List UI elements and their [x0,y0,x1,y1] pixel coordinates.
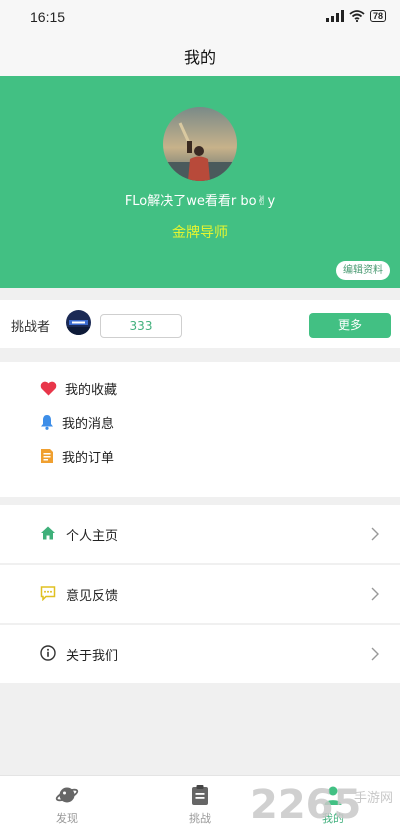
menu-item-label: 我的收藏 [65,382,118,398]
challenger-count: 333 [100,314,182,338]
menu-group: 我的收藏 我的消息 我的订单 [0,362,400,497]
tab-label: 发现 [56,812,78,825]
tab-challenge[interactable]: 挑战 [133,776,267,831]
chevron-right-icon [371,587,379,601]
menu-item-label: 我的订单 [62,450,115,466]
clipboard-icon [192,785,208,805]
menu-item-favorites[interactable]: 我的收藏 [40,378,117,398]
wifi-icon [349,10,365,22]
link-row-label: 个人主页 [66,529,119,544]
link-row-label: 意见反馈 [66,589,119,604]
signal-icon [325,10,344,22]
menu-item-messages[interactable]: 我的消息 [40,412,114,432]
order-icon [41,449,53,463]
avatar[interactable] [163,107,237,181]
status-bar: 16:15 78 [0,0,400,34]
watermark-logo: 2265 手游网 [250,782,393,828]
menu-item-label: 我的消息 [62,416,115,432]
chevron-right-icon [371,647,379,661]
heart-icon [40,381,57,395]
edit-profile-button[interactable]: 编辑资料 [336,261,390,280]
challenger-avatar[interactable] [66,310,91,335]
feedback-icon [40,586,56,601]
bell-icon [41,415,53,430]
link-row-feedback[interactable]: 意见反馈 [0,565,400,623]
status-time: 16:15 [30,9,66,25]
status-icons: 78 [325,10,386,22]
home-icon [41,526,55,540]
page-title: 我的 [183,48,216,67]
link-row-label: 关于我们 [66,649,119,664]
link-row-about[interactable]: 关于我们 [0,625,400,683]
profile-header: FLo解决了we看看r bo✌y 金牌导师 编辑资料 [0,76,400,288]
chevron-right-icon [371,527,379,541]
watermark-number: 2265 [250,782,361,828]
challenger-label: 挑战者 [11,320,51,335]
more-button[interactable]: 更多 [309,313,391,338]
username: FLo解决了we看看r bo✌y [124,194,276,209]
challenger-row: 挑战者 333 更多 [0,300,400,348]
link-row-homepage[interactable]: 个人主页 [0,505,400,563]
tab-discover[interactable]: 发现 [0,776,134,831]
menu-item-orders[interactable]: 我的订单 [40,446,114,466]
info-icon [40,645,56,661]
tab-label: 挑战 [189,812,211,825]
watermark-text: 手游网 [354,791,393,806]
battery-icon: 78 [369,10,386,22]
nav-bar: 我的 [0,34,400,76]
planet-icon [55,787,79,803]
role-badge: 金牌导师 [172,225,228,241]
